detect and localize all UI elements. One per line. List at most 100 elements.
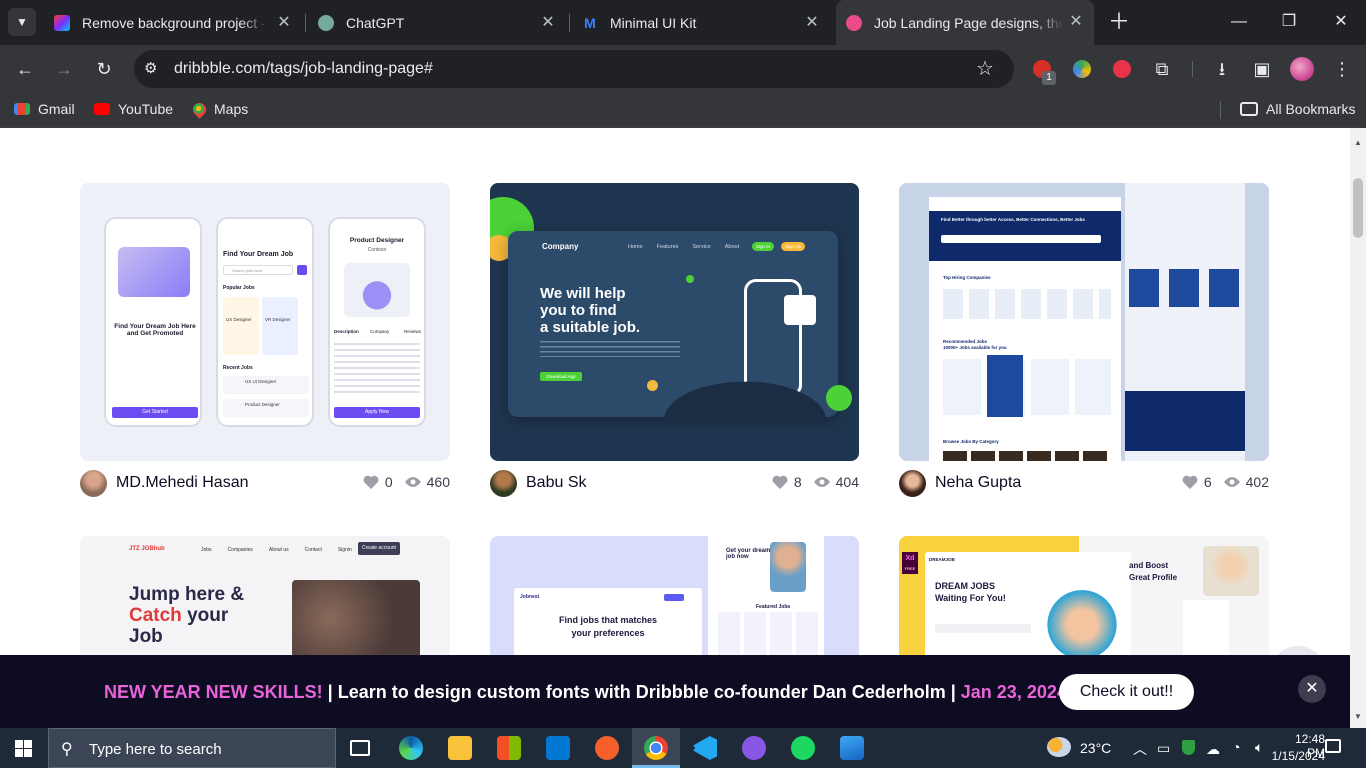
phone-card — [784, 295, 816, 325]
task-view-icon[interactable] — [350, 740, 370, 756]
banner-message: | Learn to design custom fonts with Drib… — [322, 682, 961, 702]
bookmark-youtube[interactable]: YouTube — [94, 101, 173, 117]
extension-red-icon[interactable] — [1113, 60, 1131, 78]
bookmark-gmail[interactable]: Gmail — [14, 101, 75, 117]
phone-text-lines — [334, 343, 420, 395]
tab-job-landing-page[interactable]: Job Landing Page designs, them ✕ — [836, 0, 1094, 45]
weather-temp[interactable]: 23°C — [1080, 740, 1111, 756]
microsoft-store-icon[interactable] — [497, 736, 521, 760]
dribbble-favicon-icon — [846, 14, 862, 31]
hero-search — [941, 235, 1101, 243]
scroll-down-arrow-icon[interactable]: ▼ — [1354, 712, 1362, 721]
page-scrollbar[interactable]: ▲ ▼ — [1350, 128, 1366, 728]
notifications-icon[interactable] — [1325, 739, 1341, 753]
tab-minimal-ui-kit[interactable]: M Minimal UI Kit ✕ — [582, 8, 822, 38]
download-icon[interactable]: ⭳ — [1208, 55, 1236, 83]
close-window-icon[interactable]: ✕ — [1318, 8, 1364, 36]
tab-divider — [569, 14, 570, 32]
file-explorer-icon[interactable] — [448, 736, 472, 760]
shot-thumbnail-jobnest[interactable]: Jobnest Find jobs that matches your pref… — [490, 536, 859, 655]
close-banner-icon[interactable]: ✕ — [1298, 675, 1326, 703]
close-tab-icon[interactable]: ✕ — [538, 13, 558, 33]
onedrive-icon[interactable]: ☁ — [1206, 741, 1220, 758]
battery-icon[interactable]: ▭ — [1157, 740, 1170, 757]
bookmark-label: Gmail — [38, 101, 75, 117]
spotify-icon[interactable] — [791, 736, 815, 760]
photos-icon[interactable] — [840, 736, 864, 760]
headline-line: Waiting For You! — [935, 593, 1006, 603]
side-panel-icon[interactable]: ▣ — [1248, 55, 1276, 83]
tab-search-button[interactable]: ▼ — [8, 8, 36, 36]
volume-icon[interactable]: 🔈︎ — [1255, 739, 1263, 756]
author-avatar[interactable] — [490, 469, 517, 497]
close-tab-icon[interactable]: ✕ — [1066, 12, 1086, 32]
new-tab-button[interactable]: ＋ — [1105, 8, 1133, 36]
author-avatar[interactable] — [899, 469, 926, 497]
security-icon[interactable] — [1182, 740, 1195, 755]
extensions-puzzle-icon[interactable]: ⧉ — [1148, 55, 1176, 83]
xd-badge-sub: FREE — [904, 566, 916, 571]
job-card: VR Designer — [262, 297, 298, 355]
author-name[interactable]: Babu Sk — [526, 474, 586, 492]
scroll-thumb[interactable] — [1353, 178, 1363, 238]
tab-chatgpt[interactable]: ChatGPT ✕ — [318, 8, 558, 38]
nav-link: Features — [656, 244, 679, 250]
tab-title: Minimal UI Kit — [610, 15, 697, 31]
close-tab-icon[interactable]: ✕ — [802, 13, 822, 33]
extension-colorful-icon[interactable] — [1073, 60, 1091, 78]
minimize-icon[interactable]: — — [1216, 8, 1262, 36]
mail-icon[interactable] — [546, 736, 570, 760]
windows-start-icon[interactable] — [15, 740, 32, 757]
back-icon[interactable]: ← — [11, 55, 39, 83]
shot-thumbnail-babu[interactable]: Company Home Features Service About Sign… — [490, 183, 859, 461]
right-panel-footer — [1125, 391, 1245, 451]
check-it-out-button[interactable]: Check it out!! — [1059, 674, 1194, 710]
site-info-icon[interactable]: ⚙ — [144, 59, 157, 77]
headline-line: Job — [129, 626, 163, 647]
nav-link: Signin — [337, 547, 352, 553]
shot-thumbnail-dreamjob[interactable]: Xd FREE DREAMJOB DREAM JOBS Waiting For … — [899, 536, 1269, 655]
chrome-icon[interactable] — [644, 736, 668, 760]
heart-icon[interactable] — [772, 475, 788, 489]
minimal-favicon-icon: M — [584, 15, 596, 31]
all-bookmarks-button[interactable]: All Bookmarks — [1240, 101, 1355, 117]
profile-avatar[interactable] — [1290, 57, 1314, 81]
close-tab-icon[interactable]: ✕ — [274, 13, 294, 33]
heart-icon[interactable] — [1182, 475, 1198, 489]
tab-remove-background[interactable]: Remove background project - 1 ✕ — [54, 8, 294, 38]
view-count: 402 — [1245, 474, 1269, 490]
edge-icon[interactable] — [399, 736, 423, 760]
bookmark-maps[interactable]: Maps — [190, 99, 249, 119]
heart-icon[interactable] — [363, 475, 379, 489]
phone-search: Search jobs here — [223, 265, 293, 275]
chat-bubble-button[interactable] — [1270, 646, 1326, 655]
weather-icon[interactable] — [1047, 737, 1071, 757]
vscode-icon[interactable] — [693, 736, 717, 760]
phone-tab: Description — [334, 329, 359, 334]
bookmark-star-icon[interactable]: ☆ — [976, 56, 994, 81]
clock-date[interactable]: 1/15/2024 — [1270, 749, 1325, 763]
shot-thumbnail-neha[interactable]: Find Better through better Access, Bette… — [899, 183, 1269, 461]
shot-thumbnail-mehedi[interactable]: Find Your Dream Job Here and Get Promote… — [80, 183, 450, 461]
right-panel-cards — [1129, 269, 1239, 307]
landing-brand: DREAMJOB — [929, 557, 955, 562]
wifi-icon[interactable]: ◔ — [1232, 739, 1240, 755]
github-icon[interactable] — [742, 736, 766, 760]
dribbble-page: Find Your Dream Job Here and Get Promote… — [0, 128, 1350, 655]
shot-thumbnail-jobhub[interactable]: JTZ JOBhub Jobs Companies About us Conta… — [80, 536, 450, 655]
scroll-up-arrow-icon[interactable]: ▲ — [1354, 138, 1362, 147]
reload-icon[interactable]: ↻ — [90, 55, 118, 83]
bookmark-label: Maps — [214, 101, 249, 117]
restore-icon[interactable]: ❐ — [1266, 8, 1312, 36]
taskbar-search[interactable]: ⚲ Type here to search — [48, 728, 336, 768]
author-name[interactable]: MD.Mehedi Hasan — [116, 474, 249, 492]
author-name[interactable]: Neha Gupta — [935, 474, 1021, 492]
landing-signup — [664, 594, 684, 601]
pen-app-icon[interactable] — [595, 736, 619, 760]
forward-icon[interactable]: → — [50, 55, 78, 83]
headline-line: Find jobs that matches — [558, 615, 657, 625]
more-menu-icon[interactable]: ⋮ — [1328, 55, 1356, 83]
tray-chevron-icon[interactable]: ︿ — [1133, 739, 1147, 759]
author-avatar[interactable] — [80, 469, 107, 497]
address-bar[interactable]: ⚙ dribbble.com/tags/job-landing-page# ☆ — [134, 50, 1014, 88]
